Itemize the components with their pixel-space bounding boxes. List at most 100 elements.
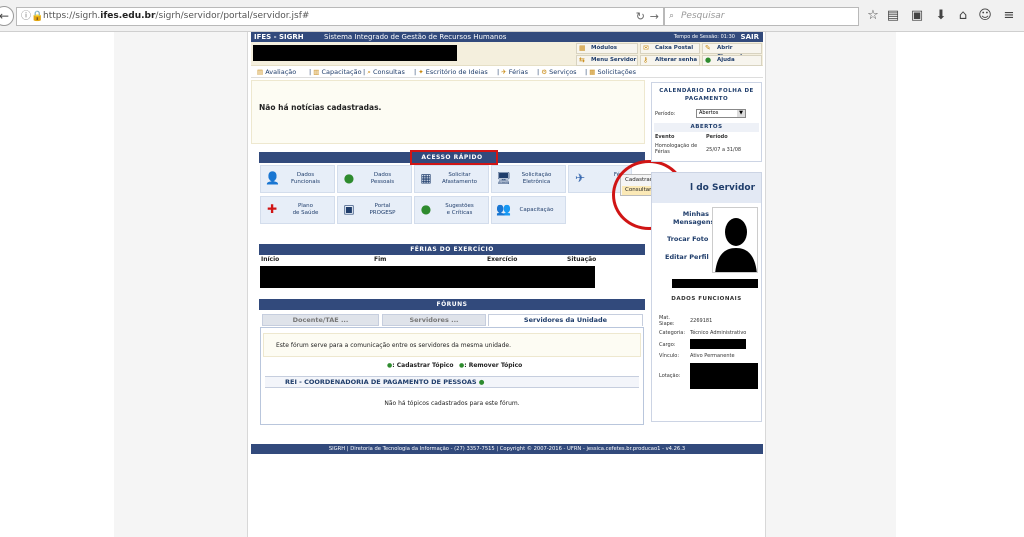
menu-item-ferias[interactable]: | ✈ Férias: [497, 66, 528, 78]
remover-topico-link[interactable]: ●: Remover Tópico: [459, 362, 522, 369]
profile-photo: [712, 207, 758, 273]
calendar-panel: Calendário da Folha de Pagamento Período…: [651, 82, 762, 162]
menu-item-consultas[interactable]: | ⌕ Consultas: [363, 66, 405, 78]
news-empty-message: Não há notícias cadastradas.: [259, 103, 382, 112]
tile-sugestoes-criticas[interactable]: ● Sugestões e Críticas: [414, 196, 489, 224]
help-icon: ●: [705, 56, 712, 64]
menu-label: Capacitação: [321, 68, 362, 76]
period-select[interactable]: Abertos ▼: [696, 109, 746, 118]
abrir-chamado-button[interactable]: ✎Abrir Chamado: [702, 43, 762, 60]
tile-label-1: Plano: [297, 203, 314, 209]
chat-icon[interactable]: ☺: [976, 7, 994, 25]
ferias-icon: ✈: [501, 68, 507, 76]
menu-label: Escritório de Ideias: [425, 68, 488, 76]
menu-item-avaliacao[interactable]: ▤ Avaliação: [257, 66, 296, 78]
tile-label-1: Dados: [373, 172, 392, 178]
tile-label-2: PROGESP: [369, 210, 396, 216]
forward-icon[interactable]: →: [650, 8, 659, 25]
calendar-title: Calendário da Folha de Pagamento: [659, 88, 754, 102]
alterar-senha-label: Alterar senha: [655, 57, 698, 63]
event-period: 25/07 a 31/08: [706, 147, 742, 153]
logout-link[interactable]: SAIR: [741, 32, 759, 42]
home-icon[interactable]: ⌂: [954, 7, 972, 25]
redacted-lotacao: [690, 363, 758, 389]
ferias-title: Férias do Exercício: [410, 246, 494, 253]
menu-item-servicos[interactable]: | ⚙ Serviços: [537, 66, 577, 78]
col-periodo: Período: [706, 134, 728, 140]
redacted-cargo: [690, 339, 746, 349]
system-name: IFES - SIGRH: [254, 33, 304, 41]
page-gutter-left: [114, 32, 247, 537]
pocket-icon[interactable]: ▣: [908, 7, 926, 25]
tile-dados-funcionais[interactable]: 👤 Dados Funcionais: [260, 165, 335, 193]
redacted-ferias-row: [260, 266, 595, 288]
modulos-button[interactable]: ▦ Módulos: [576, 43, 638, 54]
menu-label: Avaliação: [265, 68, 297, 76]
tab-servidores-unidade[interactable]: Servidores da Unidade: [488, 314, 643, 326]
tile-plano-saude[interactable]: ✚ Plano de Saúde: [260, 196, 335, 224]
health-cross-icon: ✚: [266, 202, 278, 216]
tile-solicitacao-eletronica[interactable]: 🖥 Solicitação Eletrônica: [491, 165, 566, 193]
lock-icon: 🔒: [31, 11, 44, 22]
menu-item-capacitacao[interactable]: | ▥ Capacitação: [309, 66, 362, 78]
redacted-profile-name: [672, 279, 758, 288]
trocar-foto-link[interactable]: Trocar Foto: [667, 235, 708, 243]
browser-toolbar: ← ⓘ 🔒 https://sigrh.ifes.edu.br/sigrh/se…: [0, 0, 1024, 32]
servicos-icon: ⚙: [541, 68, 548, 76]
remover-topico-label: : Remover Tópico: [464, 362, 523, 369]
back-arrow-icon[interactable]: ←: [0, 6, 14, 26]
ideas-icon: ✦: [418, 68, 424, 76]
menu-item-solicitacoes[interactable]: | ▦ Solicitações: [585, 66, 636, 78]
tile-label-2: e Críticas: [446, 210, 473, 216]
tab-servidores[interactable]: Servidores ...: [382, 314, 486, 326]
menu-servidor-button[interactable]: ⇆ Menu Servidor: [576, 55, 638, 66]
ajuda-button[interactable]: ● Ajuda: [702, 55, 762, 66]
tile-label-1: Dados: [296, 172, 315, 178]
menu-label: Férias: [508, 68, 529, 76]
dados-funcionais-title: Dados Funcionais: [671, 296, 742, 302]
menu-servidor-icon: ⇆: [579, 56, 585, 64]
reading-list-icon[interactable]: ▤: [884, 7, 902, 25]
menu-icon[interactable]: ≡: [1000, 7, 1018, 25]
menu-label: Solicitações: [597, 68, 637, 76]
cadastrar-topico-link[interactable]: ●: Cadastrar Tópico: [387, 362, 453, 369]
main-menu-bar: ▤ Avaliação | ▥ Capacitação | ⌕ Consulta…: [251, 66, 763, 78]
forum-group-label: REI - COORDENADORIA DE PAGAMENTO DE PESS…: [285, 378, 477, 386]
add-topic-icon[interactable]: ●: [479, 378, 485, 386]
lotacao-label: Lotação:: [659, 373, 681, 379]
tab-docente-tae[interactable]: Docente/TAE ...: [262, 314, 379, 326]
editar-perfil-link[interactable]: Editar Perfil: [665, 253, 709, 261]
reload-icon[interactable]: ↻: [636, 8, 645, 25]
menu-label: Serviços: [549, 68, 577, 76]
col-evento: Evento: [655, 134, 675, 140]
tile-capacitacao[interactable]: 👥 Capacitação: [491, 196, 566, 224]
menu-item-escritorio-ideias[interactable]: | ✦ Escritório de Ideias: [414, 66, 488, 78]
col-situacao: Situação: [567, 256, 597, 263]
tile-label-2: Eletrônica: [522, 179, 551, 185]
minhas-mensagens-link[interactable]: Minhas Mensagens: [673, 210, 714, 226]
matricula-label: Mat. Siape:: [659, 315, 675, 327]
caixa-postal-button[interactable]: ✉ Caixa Postal: [640, 43, 700, 54]
info-icon[interactable]: ⓘ: [21, 8, 31, 25]
col-fim: Fim: [374, 256, 387, 263]
tile-portal-progesp[interactable]: ▣ Portal PROGESP: [337, 196, 412, 224]
ajuda-label: Ajuda: [717, 57, 735, 63]
tile-solicitar-afastamento[interactable]: ▦ Solicitar Afastamento: [414, 165, 489, 193]
ferias-header: Férias do Exercício: [259, 244, 645, 255]
profile-panel: l do Servidor Minhas Mensagens Trocar Fo…: [651, 172, 762, 422]
user-green-icon: ●: [343, 171, 355, 185]
period-select-value: Abertos: [699, 110, 719, 116]
caixa-postal-label: Caixa Postal: [655, 45, 694, 51]
address-bar[interactable]: ⓘ 🔒 https://sigrh.ifes.edu.br/sigrh/serv…: [16, 7, 664, 26]
search-input[interactable]: ⌕ Pesquisar: [664, 7, 859, 26]
bookmark-star-icon[interactable]: ☆: [864, 7, 882, 25]
download-icon[interactable]: ⬇: [932, 7, 950, 25]
search-placeholder: Pesquisar: [681, 11, 725, 21]
capacitacao-icon: ▥: [313, 68, 320, 76]
tile-dados-pessoais[interactable]: ● Dados Pessoais: [337, 165, 412, 193]
categoria-label: Categoria:: [659, 330, 686, 336]
cargo-label: Cargo:: [659, 342, 676, 348]
tile-label-2: Pessoais: [370, 179, 395, 185]
alterar-senha-button[interactable]: ⚷ Alterar senha: [640, 55, 700, 66]
url-prefix: https://sigrh.: [43, 11, 101, 21]
